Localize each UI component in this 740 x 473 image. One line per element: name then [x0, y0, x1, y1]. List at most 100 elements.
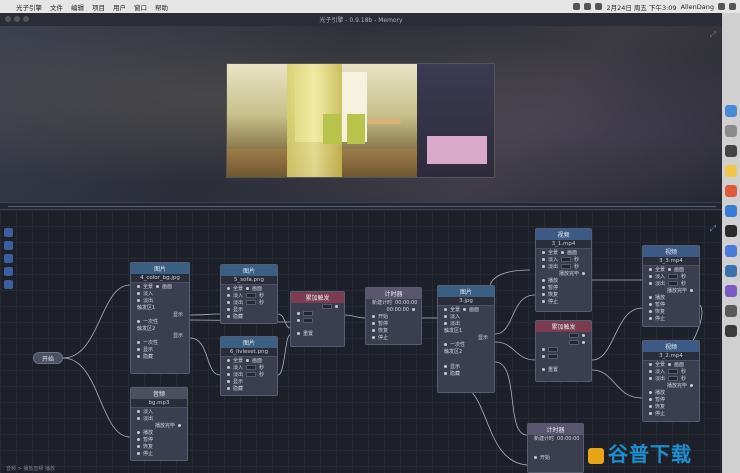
radio-icon[interactable]	[444, 308, 447, 311]
fade-out-input[interactable]	[246, 300, 257, 305]
dock-rocket-icon[interactable]	[725, 145, 737, 157]
radio-icon[interactable]	[668, 363, 672, 366]
input-port-icon[interactable]	[649, 303, 652, 306]
scene-preview[interactable]: ⤢	[0, 26, 722, 202]
preview-frame[interactable]	[226, 63, 495, 178]
dock-app-icon[interactable]	[725, 265, 737, 277]
radio-icon[interactable]	[227, 359, 230, 362]
input-port-icon[interactable]	[649, 310, 652, 313]
dock-launchpad-icon[interactable]	[725, 125, 737, 137]
menubar-clock[interactable]: 2月24日 周五 下午3:09	[606, 2, 676, 12]
checkbox-icon[interactable]	[227, 373, 230, 376]
radio-icon[interactable]	[246, 287, 250, 290]
input-port-icon[interactable]	[297, 312, 300, 315]
radio-icon[interactable]	[668, 268, 672, 271]
input-port-icon[interactable]	[542, 368, 545, 371]
checkbox-icon[interactable]	[649, 275, 652, 278]
start-node[interactable]: 开始	[33, 352, 63, 364]
step-input[interactable]	[303, 318, 313, 323]
input-port-icon[interactable]	[542, 348, 545, 351]
video-node-3-3[interactable]: 视频 3_3.mp4 全景 画面 淡入秒 淡出秒 播放完毕 播放 暂停 恢复 停止	[642, 245, 700, 327]
input-port-icon[interactable]	[534, 456, 537, 459]
input-port-icon[interactable]	[137, 438, 140, 441]
dock-finder-icon[interactable]	[725, 105, 737, 117]
output-port-icon[interactable]	[582, 341, 585, 344]
radio-icon[interactable]	[227, 287, 230, 290]
menu-window[interactable]: 窗口	[134, 2, 147, 12]
input-port-icon[interactable]	[542, 286, 545, 289]
checkbox-icon[interactable]	[542, 265, 545, 268]
dock-app-icon[interactable]	[725, 285, 737, 297]
fade-out-input[interactable]	[668, 281, 679, 286]
input-port-icon[interactable]	[649, 391, 652, 394]
checkbox-icon[interactable]	[137, 292, 140, 295]
dock-notes-icon[interactable]	[725, 165, 737, 177]
timer-value-2[interactable]: 00:00:00	[387, 307, 409, 313]
fade-in-input[interactable]	[246, 293, 257, 298]
dock-chrome-icon[interactable]	[725, 185, 737, 197]
preview-expand-icon[interactable]: ⤢	[710, 30, 716, 40]
node-graph-editor[interactable]: ⤢ 开始 图片 4_color_bg.jpg 全景 画面 淡入 淡出 触发区1 …	[0, 210, 722, 473]
dock-terminal-icon[interactable]	[725, 225, 737, 237]
checkbox-icon[interactable]	[542, 258, 545, 261]
timer-value[interactable]: 00:00:00	[395, 300, 417, 306]
image-node-3[interactable]: 图片 3.jpg 全景 画面 淡入 淡出 触发区1 显示 一次性 触发区2 显示 …	[437, 285, 495, 393]
output-port-icon[interactable]	[178, 424, 181, 427]
list-icon[interactable]	[729, 3, 736, 10]
input-port-icon[interactable]	[649, 398, 652, 401]
zoom-icon[interactable]	[23, 16, 29, 22]
checkbox-icon[interactable]	[649, 282, 652, 285]
input-port-icon[interactable]	[372, 329, 375, 332]
count-input[interactable]	[569, 340, 579, 345]
menubar-user[interactable]: AllenDang	[681, 3, 714, 11]
checkbox-icon[interactable]	[137, 341, 140, 344]
input-port-icon[interactable]	[137, 431, 140, 434]
bluetooth-icon[interactable]	[573, 3, 581, 10]
count-input[interactable]	[322, 304, 332, 309]
input-port-icon[interactable]	[444, 372, 447, 375]
radio-icon[interactable]	[649, 268, 652, 271]
input-port-icon[interactable]	[542, 279, 545, 282]
input-port-icon[interactable]	[297, 319, 300, 322]
input-port-icon[interactable]	[372, 315, 375, 318]
accumulate-trigger-node-2[interactable]: 累加触发 重置	[535, 320, 592, 382]
image-node-6-livleset[interactable]: 图片 6_livleset.png 全景 画面 淡入秒 淡出秒 显示 隐藏	[220, 336, 278, 396]
image-node-4-color-bg[interactable]: 图片 4_color_bg.jpg 全景 画面 淡入 淡出 触发区1 显示 一次性…	[130, 262, 190, 374]
menu-project[interactable]: 项目	[92, 2, 105, 12]
fade-in-input[interactable]	[561, 257, 572, 262]
input-port-icon[interactable]	[372, 322, 375, 325]
fade-in-input[interactable]	[668, 369, 679, 374]
input-port-icon[interactable]	[649, 412, 652, 415]
fade-in-input[interactable]	[246, 365, 257, 370]
checkbox-icon[interactable]	[137, 320, 140, 323]
step-input[interactable]	[548, 347, 558, 352]
input-port-icon[interactable]	[227, 380, 230, 383]
image-node-5-sofa[interactable]: 图片 5_sofa.png 全景 画面 淡入秒 淡出秒 显示 隐藏	[220, 264, 278, 324]
input-port-icon[interactable]	[227, 315, 230, 318]
radio-icon[interactable]	[137, 285, 140, 288]
checkbox-icon[interactable]	[444, 322, 447, 325]
accumulate-trigger-node-1[interactable]: 累加触发 重置	[290, 291, 345, 347]
dock-app-icon[interactable]	[725, 245, 737, 257]
dock-safari-icon[interactable]	[725, 205, 737, 217]
audio-node-bg[interactable]: 音频 bg.mp3 淡入 淡出 播放完毕 播放 暂停 恢复 停止	[130, 387, 188, 461]
input-port-icon[interactable]	[542, 293, 545, 296]
input-port-icon[interactable]	[137, 348, 140, 351]
menu-help[interactable]: 帮助	[155, 2, 168, 12]
output-port-icon[interactable]	[582, 272, 585, 275]
video-node-3-1[interactable]: 视频 3_1.mp4 全景 画面 淡入秒 淡出秒 播放完毕 播放 暂停 恢复 停止	[535, 228, 592, 312]
timer-node-1[interactable]: 计时器 新建计时 00:00:00 00:00:00 开始 暂停 恢复 停止	[365, 287, 422, 345]
radio-icon[interactable]	[246, 359, 250, 362]
dock-app-icon[interactable]	[725, 305, 737, 317]
input-port-icon[interactable]	[542, 300, 545, 303]
input-port-icon[interactable]	[297, 332, 300, 335]
input-port-icon[interactable]	[542, 355, 545, 358]
menu-app[interactable]: 光子引擎	[16, 2, 42, 12]
output-port-icon[interactable]	[582, 334, 585, 337]
step-input[interactable]	[548, 354, 558, 359]
input-port-icon[interactable]	[137, 452, 140, 455]
output-port-icon[interactable]	[690, 289, 693, 292]
output-port-icon[interactable]	[335, 305, 338, 308]
wifi-icon[interactable]	[584, 3, 592, 10]
video-node-3-2[interactable]: 视频 3_2.mp4 全景 画面 淡入秒 淡出秒 播放完毕 播放 暂停 恢复 停止	[642, 340, 700, 422]
